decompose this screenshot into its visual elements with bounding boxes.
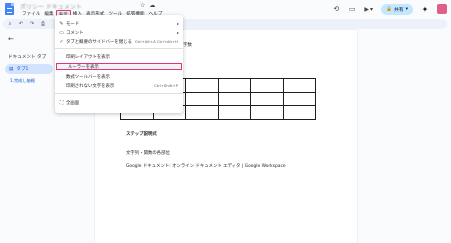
body-text-line: Google ドキュメント: オンライン ドキュメント エディタ | Googl… — [126, 164, 286, 169]
view-menu-dropdown: ✎ モード ▸ ▭ コメント ▸ ✓ タブと概要のサイドバーを閉じる Ctrl+… — [55, 15, 183, 113]
sidebar-item-tab1[interactable]: ▤ タブ1 — [5, 64, 53, 74]
outline-title: ドキュメント タブ — [8, 55, 47, 60]
comment-icon: ▭ — [59, 29, 64, 36]
star-icon[interactable]: ☆ — [140, 2, 145, 9]
menu-item-mode[interactable]: ✎ モード ▸ — [55, 20, 183, 27]
menu-divider — [55, 48, 183, 49]
outline-heading-label: 1.完成し価格 — [10, 78, 35, 83]
menu-item-nonprinting-chars[interactable]: 印刷されない文字を表示 Ctrl+Shift+P — [55, 82, 183, 89]
section-heading-1: ステップ説明式 — [126, 132, 157, 137]
menu-item-fullscreen[interactable]: ⛶ 全画面 — [55, 99, 183, 106]
document-title[interactable]: ポリシー ドキュメント — [20, 2, 130, 9]
tab-icon: ▤ — [9, 66, 14, 72]
menu-divider — [55, 93, 183, 94]
print-icon[interactable]: ⎙ — [40, 21, 46, 27]
avatar[interactable] — [437, 4, 447, 14]
menu-item-print-layout[interactable]: 印刷レイアウトを表示 — [55, 53, 183, 60]
docs-logo-icon[interactable] — [5, 3, 14, 15]
cloud-icon: ☁ — [149, 2, 156, 9]
tab-label: タブ1 — [16, 67, 29, 72]
menu-item-show-ruler[interactable]: ルーラーを表示 — [56, 63, 182, 70]
share-button[interactable]: 🔒 共有 ▾ — [380, 3, 413, 15]
meet-button[interactable]: ▶ ▾ — [364, 6, 373, 13]
pencil-icon: ✎ — [59, 20, 64, 27]
redo-icon[interactable]: ↷ — [29, 21, 35, 27]
title-icons: ☆ ☁ — [140, 2, 155, 9]
gemini-icon[interactable]: ✦ — [421, 5, 429, 14]
document-outline-sidebar: ← ドキュメント タブ ▤ タブ1 1.完成し価格 — [0, 30, 55, 243]
menu-item-hide-sidebar[interactable]: ✓ タブと概要のサイドバーを閉じる Ctrl+Alt+A Ctrl+Alt+H — [55, 38, 183, 45]
submenu-arrow-icon: ▸ — [176, 30, 179, 35]
history-icon[interactable]: ⟲ — [332, 5, 340, 13]
undo-icon[interactable]: ↶ — [18, 21, 24, 27]
submenu-arrow-icon: ▸ — [176, 21, 179, 26]
back-arrow-icon[interactable]: ← — [8, 35, 14, 43]
menu-item-equation-toolbar[interactable]: 数式ツールバーを表示 — [55, 73, 183, 80]
menu-item-comments[interactable]: ▭ コメント ▸ — [55, 29, 183, 36]
share-chevron-icon: ▾ — [405, 6, 408, 12]
check-icon: ✓ — [59, 38, 64, 45]
outline-heading-item[interactable]: 1.完成し価格 — [10, 78, 35, 84]
top-right-controls: ⟲ ▭ ▶ ▾ 🔒 共有 ▾ ✦ — [332, 2, 451, 16]
section-heading-2: 文字列・関数の各部位 — [126, 151, 170, 156]
video-icon: ▶ — [364, 5, 369, 13]
comment-icon[interactable]: ▭ — [348, 5, 356, 13]
lock-icon: 🔒 — [385, 6, 392, 12]
chevron-down-icon: ▾ — [369, 5, 373, 13]
search-icon[interactable]: ⌕ — [7, 21, 13, 27]
fullscreen-icon: ⛶ — [59, 99, 64, 106]
share-label: 共有 — [393, 7, 404, 13]
